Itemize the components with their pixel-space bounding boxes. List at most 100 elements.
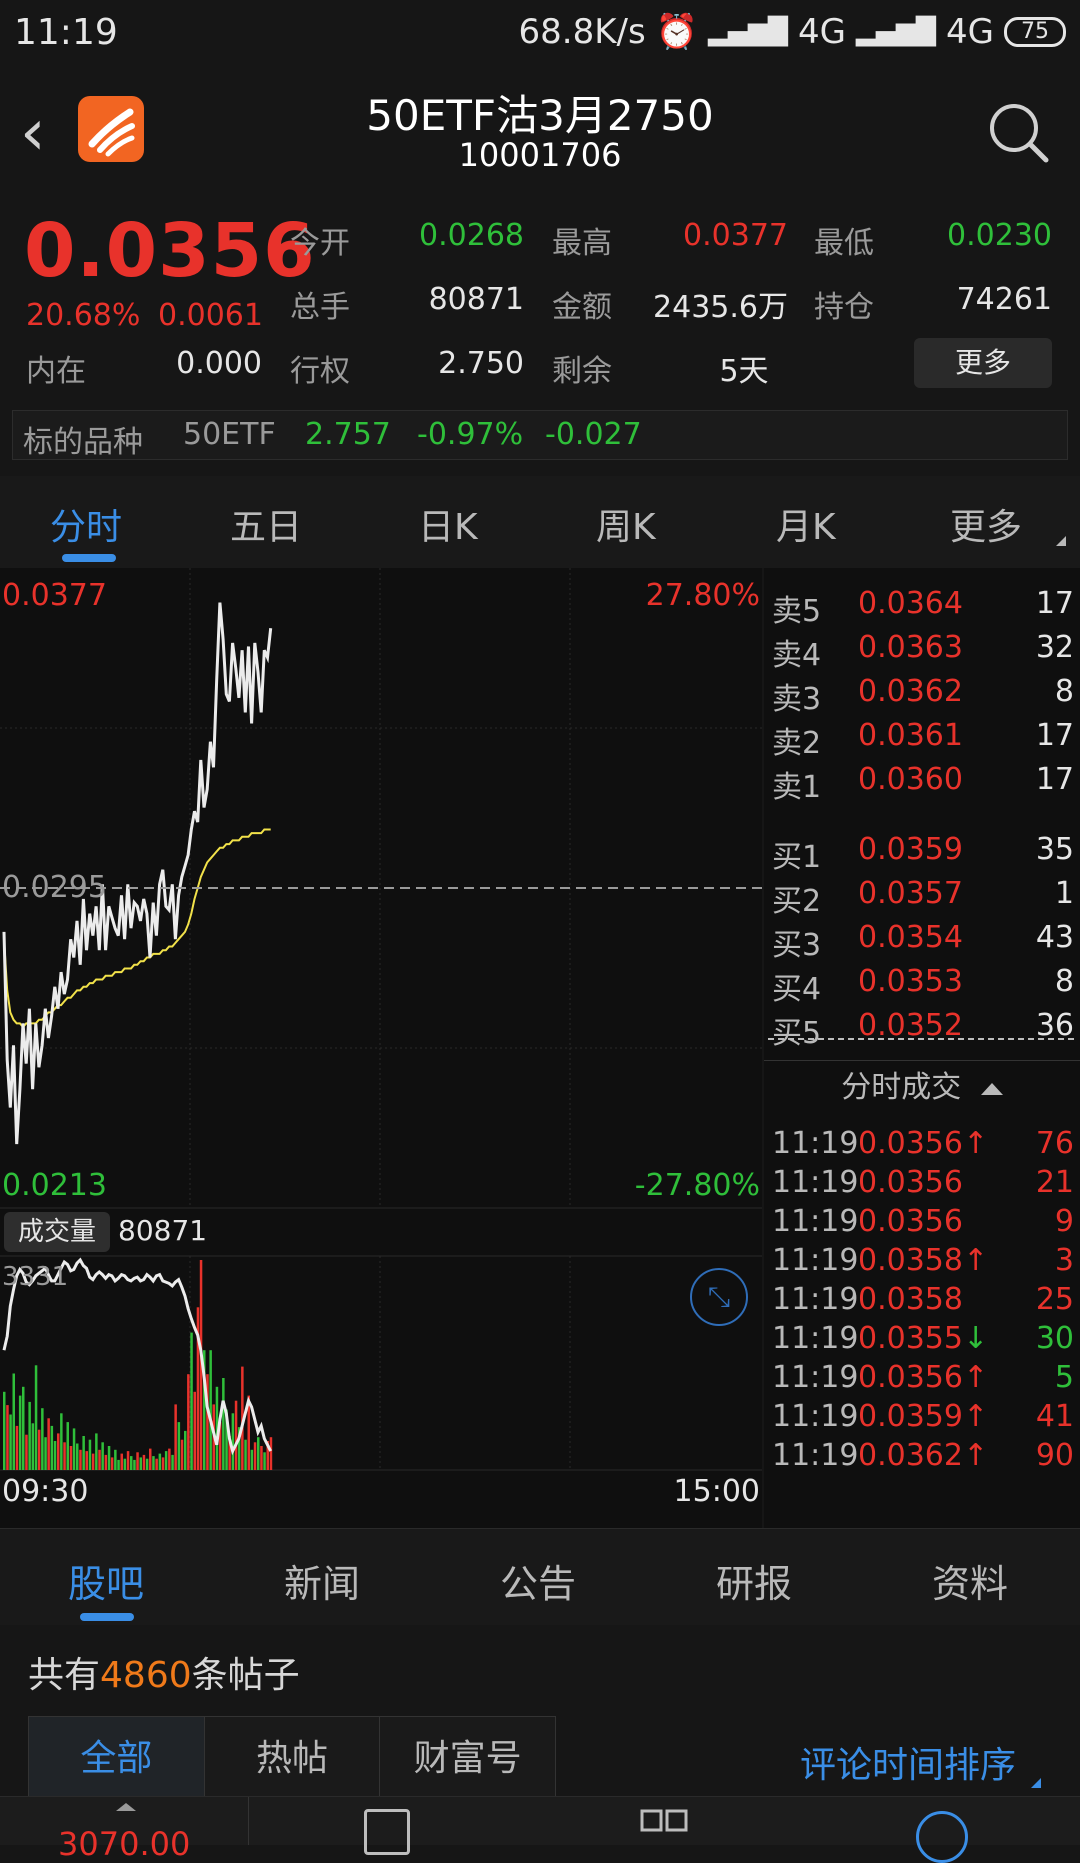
filter-fortune[interactable]: 财富号 xyxy=(380,1717,556,1801)
tab-profile[interactable]: 资料 xyxy=(932,1553,1008,1608)
tab-research[interactable]: 研报 xyxy=(716,1553,792,1608)
ask-volume: 17 xyxy=(1035,586,1074,621)
tick-price: 0.0358 xyxy=(858,1282,963,1317)
post-count-number: 4860 xyxy=(100,1655,192,1696)
ask-price: 0.0360 xyxy=(858,762,963,797)
search-icon[interactable] xyxy=(984,98,1054,168)
volume-bar xyxy=(47,1418,50,1470)
volume-bar xyxy=(253,1442,257,1470)
more-triangle-icon xyxy=(1056,536,1066,546)
volume-bar xyxy=(222,1378,225,1470)
volume-bar xyxy=(123,1458,127,1470)
ask-label: 卖2 xyxy=(772,726,822,761)
volume-bar xyxy=(120,1453,123,1470)
volume-bar xyxy=(234,1400,238,1470)
volume-bar xyxy=(60,1413,63,1470)
tick-price: 0.0355↓ xyxy=(858,1321,988,1356)
ticks-header[interactable]: 分时成交 xyxy=(764,1062,1080,1112)
tab-more[interactable]: 更多 xyxy=(950,498,1022,550)
tab-intraday[interactable]: 分时 xyxy=(50,498,122,550)
underlying-bar[interactable]: 标的品种 50ETF 2.757 -0.97% -0.027 xyxy=(12,410,1068,460)
volume-bar xyxy=(257,1437,260,1470)
bid-volume: 43 xyxy=(1035,920,1074,955)
post-count-suffix: 条帖子 xyxy=(191,1655,300,1696)
high-label: 最高 xyxy=(552,226,612,261)
tick-price: 0.0356↑ xyxy=(858,1126,988,1161)
tick-price-value: 0.0362 xyxy=(858,1438,963,1473)
tick-price-value: 0.0356 xyxy=(858,1360,963,1395)
price-top-label: 0.0377 xyxy=(2,578,107,613)
bid-row[interactable]: 买2 0.0357 1 xyxy=(764,876,1080,919)
page-title: 50ETF沽3月2750 xyxy=(366,91,714,140)
volume-bar xyxy=(82,1436,85,1470)
tick-volume: 21 xyxy=(1035,1165,1074,1200)
high-value: 0.0377 xyxy=(683,218,788,253)
volume-value: 80871 xyxy=(428,282,524,317)
filter-all[interactable]: 全部 xyxy=(29,1717,205,1801)
bid-label: 买1 xyxy=(772,840,822,875)
signal-icon-2: ▂▄▆█ xyxy=(856,17,937,47)
volume-bar xyxy=(110,1457,114,1470)
grid-icon[interactable] xyxy=(640,1809,688,1857)
bid-row[interactable]: 买3 0.0354 43 xyxy=(764,920,1080,963)
ask-row[interactable]: 卖1 0.0360 17 xyxy=(764,762,1080,805)
tick-row: 11:19 0.0359↑ 41 xyxy=(764,1399,1080,1439)
volume-bar xyxy=(180,1439,184,1470)
time-end-label: 15:00 xyxy=(673,1474,760,1509)
intraday-chart[interactable]: 0.0377 27.80% 0.0295 0.0213 -27.80% 成交量 … xyxy=(0,568,762,1528)
chart-grid xyxy=(0,568,762,1471)
time-start-label: 09:30 xyxy=(2,1474,89,1509)
sort-button[interactable]: 评论时间排序 xyxy=(800,1736,1042,1788)
tab-daily-k[interactable]: 日K xyxy=(418,498,478,550)
tick-row: 11:19 0.0358↑ 3 xyxy=(764,1243,1080,1283)
price-bottom-label: 0.0213 xyxy=(2,1168,107,1203)
volume-bar xyxy=(66,1422,69,1470)
volume-total: 80871 xyxy=(118,1214,208,1247)
open-interest-label: 持仓 xyxy=(814,290,874,325)
tab-five-day[interactable]: 五日 xyxy=(230,498,302,550)
tick-volume: 90 xyxy=(1035,1438,1074,1473)
volume-bar xyxy=(177,1422,181,1470)
intrinsic-label: 内在 xyxy=(26,354,86,389)
status-time: 11:19 xyxy=(14,12,118,53)
ask-row[interactable]: 卖2 0.0361 17 xyxy=(764,718,1080,761)
tab-weekly-k[interactable]: 周K xyxy=(596,498,656,550)
ask-label: 卖3 xyxy=(772,682,822,717)
more-button[interactable]: 更多 xyxy=(914,338,1052,388)
tick-price-value: 0.0355 xyxy=(858,1321,963,1356)
tab-news[interactable]: 新闻 xyxy=(284,1553,360,1608)
underlying-pct: -0.97% xyxy=(417,417,524,452)
ask-row[interactable]: 卖5 0.0364 17 xyxy=(764,586,1080,629)
tick-volume: 9 xyxy=(1054,1204,1074,1239)
tick-time: 11:19 xyxy=(772,1360,859,1395)
index-up-icon xyxy=(116,1803,136,1811)
net-speed: 68.8K/s xyxy=(518,12,646,52)
tick-time: 11:19 xyxy=(772,1399,859,1434)
tick-row: 11:19 0.0356 21 xyxy=(764,1165,1080,1205)
ask-row[interactable]: 卖3 0.0362 8 xyxy=(764,674,1080,717)
compose-icon[interactable] xyxy=(364,1809,410,1855)
ask-bid-divider xyxy=(768,1038,1074,1040)
tab-monthly-k[interactable]: 月K xyxy=(776,498,836,550)
back-arrow-icon[interactable]: ‹ xyxy=(20,98,76,168)
volume-bar xyxy=(161,1457,165,1470)
volume-max-label: 3331 xyxy=(2,1262,69,1292)
tab-guba[interactable]: 股吧 xyxy=(68,1553,144,1608)
volume-label-chip[interactable]: 成交量 xyxy=(4,1212,110,1252)
tick-price: 0.0356 xyxy=(858,1204,963,1239)
bid-row[interactable]: 买4 0.0353 8 xyxy=(764,964,1080,1007)
volume-bar xyxy=(22,1386,25,1470)
expand-icon[interactable]: ⤡ xyxy=(690,1268,748,1326)
ask-row[interactable]: 卖4 0.0363 32 xyxy=(764,630,1080,673)
triangle-up-icon xyxy=(980,1082,1003,1095)
index-value[interactable]: 3070.00 xyxy=(58,1825,190,1863)
bid-row[interactable]: 买1 0.0359 35 xyxy=(764,832,1080,875)
filter-hot[interactable]: 热帖 xyxy=(204,1717,381,1801)
bid-row[interactable]: 买5 0.0352 36 xyxy=(764,1008,1080,1051)
tick-row: 11:19 0.0358 25 xyxy=(764,1282,1080,1322)
underlying-label: 标的品种 xyxy=(23,425,143,460)
add-icon[interactable] xyxy=(916,1811,968,1863)
tab-announcements[interactable]: 公告 xyxy=(500,1553,576,1608)
ask-volume: 8 xyxy=(1054,674,1074,709)
strike-label: 行权 xyxy=(290,354,350,389)
